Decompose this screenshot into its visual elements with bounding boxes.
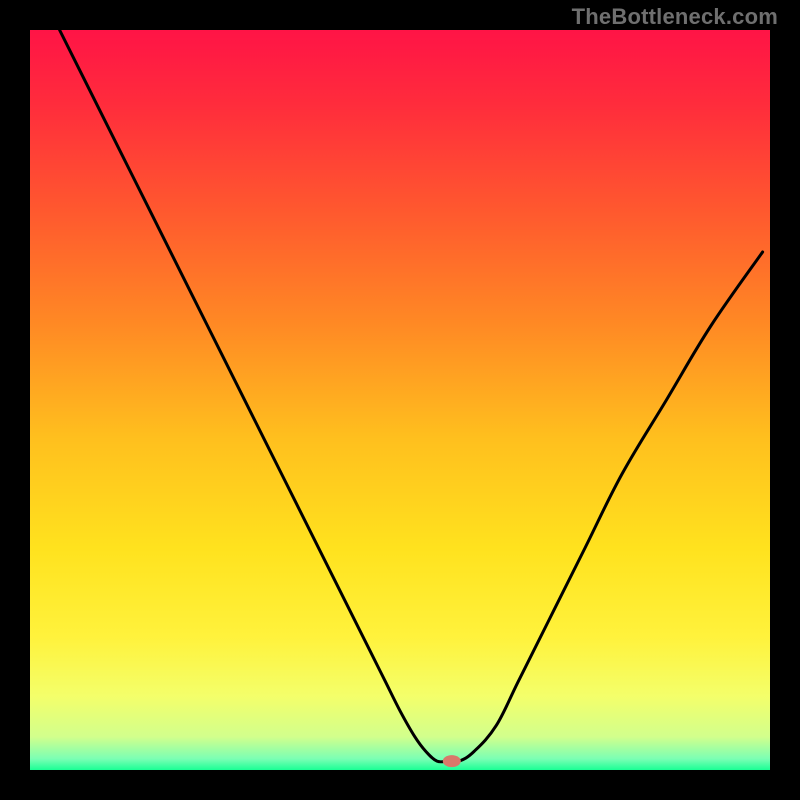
selected-point-marker <box>443 755 461 767</box>
gradient-background <box>30 30 770 770</box>
chart-container: TheBottleneck.com <box>0 0 800 800</box>
bottleneck-chart <box>0 0 800 800</box>
